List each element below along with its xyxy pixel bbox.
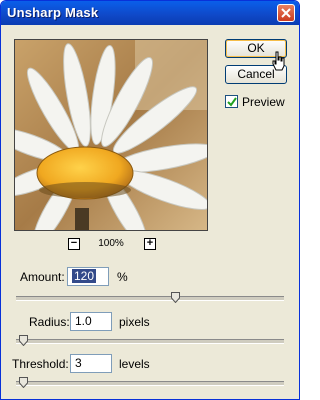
zoom-in-button[interactable]: + [144, 238, 156, 250]
daisy-image [15, 40, 207, 230]
zoom-out-button[interactable]: − [68, 238, 80, 250]
unsharp-mask-dialog: Unsharp Mask OK Cancel Preview − 100% + … [0, 0, 300, 400]
threshold-unit: levels [119, 357, 150, 371]
threshold-slider-thumb[interactable] [19, 377, 28, 388]
radius-slider[interactable] [16, 335, 284, 346]
radius-label: Radius: [29, 315, 70, 329]
checkmark-icon [227, 97, 237, 107]
amount-slider-thumb[interactable] [171, 292, 180, 303]
radius-unit: pixels [119, 315, 150, 329]
amount-label: Amount: [20, 270, 65, 284]
radius-field[interactable]: 1.0 [70, 312, 112, 331]
close-icon [281, 8, 291, 18]
amount-unit: % [117, 270, 128, 284]
threshold-label: Threshold: [12, 357, 69, 371]
amount-slider[interactable] [16, 292, 284, 303]
title-bar[interactable]: Unsharp Mask [1, 1, 299, 25]
dialog-title: Unsharp Mask [7, 5, 99, 20]
threshold-slider[interactable] [16, 377, 284, 388]
close-button[interactable] [277, 4, 295, 22]
threshold-field[interactable]: 3 [70, 354, 112, 373]
preview-checkbox[interactable] [225, 95, 238, 108]
preview-image[interactable] [14, 39, 208, 231]
amount-value: 120 [72, 269, 97, 283]
zoom-level: 100% [98, 238, 124, 249]
preview-label[interactable]: Preview [242, 95, 285, 109]
radius-slider-thumb[interactable] [19, 335, 28, 346]
amount-field[interactable]: 120 [67, 267, 109, 286]
hand-cursor-icon [272, 51, 285, 71]
